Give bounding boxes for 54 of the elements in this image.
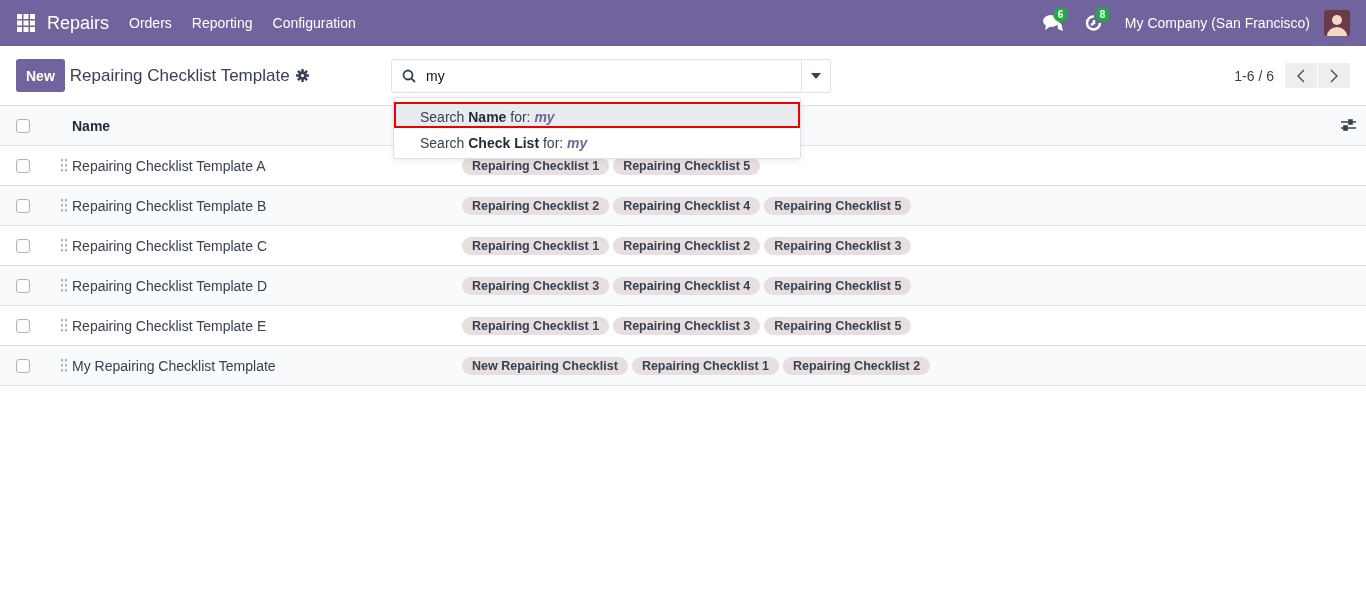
table-cell-text: Repairing Checklist Template E [72,317,268,334]
previous-page-button[interactable] [1285,63,1317,88]
checklist-tag: Repairing Checklist 2 [613,236,761,255]
checklist-tag: Repairing Checklist 5 [764,316,912,335]
checklist-tag: Repairing Checklist 3 [462,276,610,295]
gear-icon[interactable] [295,69,309,82]
new-button[interactable]: New [16,59,65,92]
menu-item[interactable]: Configuration [272,15,356,31]
pager-value: 1-6 / 6 [1234,67,1274,84]
row-checkbox[interactable] [16,318,30,333]
checklist-tag: Repairing Checklist 1 [462,236,610,255]
table-cell-text: Repairing Checklist Template B [72,197,268,214]
row-checkbox[interactable] [16,238,30,253]
checklist-tag: Repairing Checklist 5 [764,276,912,295]
checklist-tag: New Repairing Checklist [462,356,628,375]
app-grid-icon[interactable] [17,14,35,32]
page-title: Repairing Checklist Template [69,65,290,86]
search-input[interactable]: my [424,66,791,85]
app-name[interactable]: Repairs [47,12,110,34]
avatar-icon[interactable] [1324,10,1350,36]
next-page-button[interactable] [1318,63,1350,88]
checklist-tag: Repairing Checklist 3 [613,316,761,335]
checklist-tag: Repairing Checklist 2 [462,196,610,215]
column-header[interactable]: Name [72,117,111,134]
table-cell-text: Repairing Checklist Template D [72,277,269,294]
table-cell-text: Repairing Checklist Template C [72,237,269,254]
checklist-tag: Repairing Checklist 2 [783,356,931,375]
checklist-tag: Repairing Checklist 3 [764,236,912,255]
menu-item[interactable]: Reporting [191,15,253,31]
caret-icon [811,72,821,79]
row-checkbox[interactable] [16,198,30,213]
row-checkbox[interactable] [16,358,30,373]
table-cell-text: Repairing Checklist Template A [72,157,267,174]
select-all-checkbox[interactable] [16,118,30,133]
checklist-tag: Repairing Checklist 4 [613,276,761,295]
menu-item[interactable]: Orders [129,15,172,31]
sliders-icon[interactable] [1341,119,1356,132]
activity-count-badge: 8 [1094,7,1111,22]
row-checkbox[interactable] [16,278,30,293]
checklist-tag: Repairing Checklist 1 [462,316,610,335]
chevron-right-icon [1330,68,1338,83]
search-options-toggle[interactable] [802,58,831,93]
checklist-tag: Repairing Checklist 4 [613,196,761,215]
search-icon [402,68,416,83]
checklist-tag: Repairing Checklist 5 [764,196,912,215]
row-checkbox[interactable] [16,158,30,173]
search-field[interactable]: my [391,58,802,93]
chevron-left-icon [1297,68,1305,83]
checklist-tag: Repairing Checklist 1 [631,356,779,375]
table-cell-text: My Repairing Checklist Template [72,357,277,374]
message-count-badge: 6 [1052,7,1069,22]
search-suggestion[interactable]: Search Check List for: my [394,127,800,154]
company-name[interactable]: My Company (San Francisco) [1124,15,1310,31]
search-suggestion[interactable]: Search Name for: my [394,101,800,128]
